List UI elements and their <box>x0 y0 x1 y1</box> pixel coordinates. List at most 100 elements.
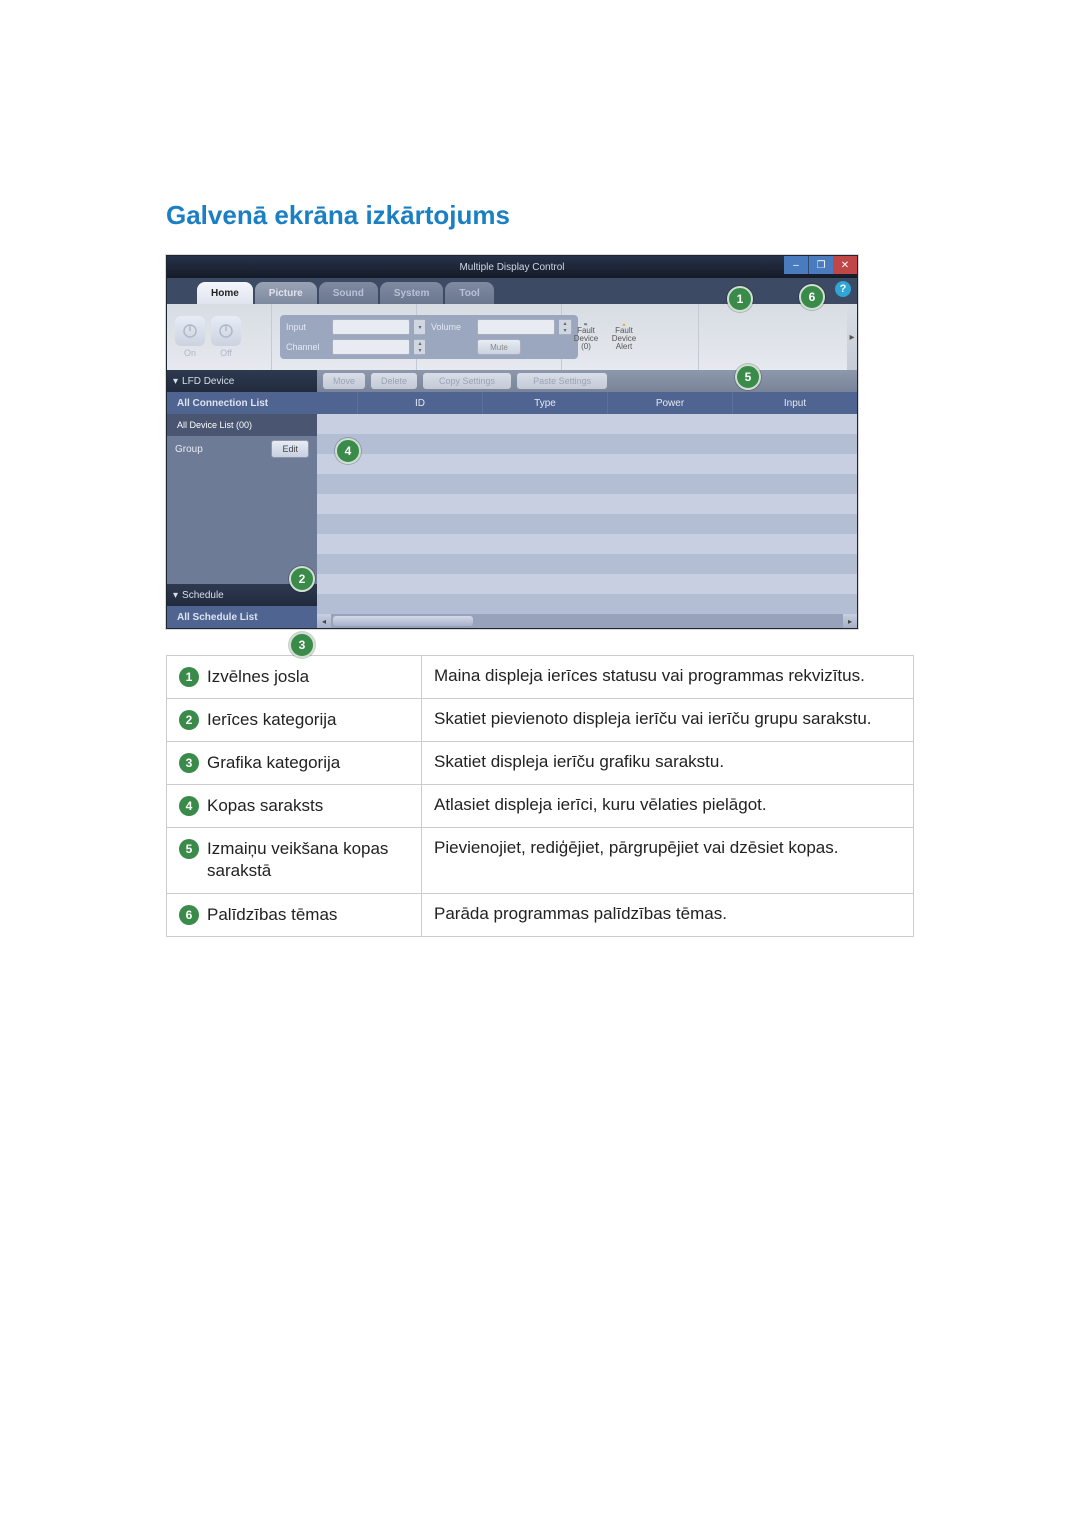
fault-device-label: Fault Device (0) <box>570 327 602 351</box>
paste-settings-button[interactable]: Paste Settings <box>517 373 607 389</box>
callout-5: 5 <box>735 364 761 390</box>
legend-description: Skatiet pievienoto displeja ierīču vai i… <box>422 699 914 742</box>
volume-field[interactable] <box>477 319 555 335</box>
channel-field[interactable] <box>332 339 410 355</box>
legend-badge: 3 <box>179 753 199 773</box>
col-id[interactable]: ID <box>357 392 482 414</box>
tab-tool[interactable]: Tool <box>445 282 493 304</box>
legend-row: 5 Izmaiņu veikšana kopas sarakstā Pievie… <box>167 828 914 893</box>
legend-label: Ierīces kategorija <box>207 709 336 731</box>
channel-label: Channel <box>286 342 328 352</box>
legend-label: Palīdzības tēmas <box>207 904 337 926</box>
callout-2: 2 <box>289 566 315 592</box>
table-row <box>317 454 857 474</box>
delete-button[interactable]: Delete <box>371 373 417 389</box>
power-icon <box>217 322 235 340</box>
scroll-right-button[interactable]: ▸ <box>843 614 857 628</box>
volume-label: Volume <box>431 322 473 332</box>
col-input[interactable]: Input <box>732 392 857 414</box>
legend-row: 2 Ierīces kategorija Skatiet pievienoto … <box>167 699 914 742</box>
scroll-thumb[interactable] <box>333 616 473 626</box>
legend-row: 6 Palīdzības tēmas Parāda programmas pal… <box>167 893 914 936</box>
legend-label: Izmaiņu veikšana kopas sarakstā <box>207 838 409 882</box>
legend-label: Kopas saraksts <box>207 795 323 817</box>
app-screenshot: 1 6 5 4 2 3 Multiple Display Control – ❐… <box>166 255 858 629</box>
legend-label: Grafika kategorija <box>207 752 340 774</box>
callout-3: 3 <box>289 632 315 658</box>
sidebar-lfd-device[interactable]: ▾ LFD Device <box>167 370 317 392</box>
tab-system[interactable]: System <box>380 282 444 304</box>
table-row <box>317 554 857 574</box>
legend-badge: 1 <box>179 667 199 687</box>
help-button[interactable]: ? <box>835 281 851 297</box>
legend-description: Pievienojiet, rediģējiet, pārgrupējiet v… <box>422 828 914 893</box>
callout-4: 4 <box>335 438 361 464</box>
legend-description: Parāda programmas palīdzības tēmas. <box>422 893 914 936</box>
legend-description: Skatiet displeja ierīču grafiku sarakstu… <box>422 742 914 785</box>
legend-badge: 4 <box>179 796 199 816</box>
legend-badge: 2 <box>179 710 199 730</box>
sidebar-schedule-label: Schedule <box>182 590 224 601</box>
chevron-down-icon: ▾ <box>173 590 178 601</box>
fault-alert-icon[interactable]: Fault Device Alert <box>608 323 640 351</box>
power-on-button[interactable] <box>175 316 205 346</box>
move-button[interactable]: Move <box>323 373 365 389</box>
input-dropdown[interactable] <box>332 319 410 335</box>
tab-sound[interactable]: Sound <box>319 282 378 304</box>
set-toolbar: Move Delete Copy Settings Paste Settings <box>317 370 857 392</box>
sidebar-all-connection[interactable]: All Connection List <box>167 392 317 414</box>
callout-1: 1 <box>727 286 753 312</box>
page-title: Galvenā ekrāna izkārtojums <box>166 200 914 231</box>
table-row <box>317 414 857 434</box>
col-type[interactable]: Type <box>482 392 607 414</box>
ribbon: On Off Input ▾ Channel <box>167 304 857 370</box>
table-row <box>317 494 857 514</box>
window-title: Multiple Display Control <box>459 262 564 273</box>
col-blank <box>317 392 357 414</box>
fault-alert-label: Fault Device Alert <box>608 327 640 351</box>
tab-picture[interactable]: Picture <box>255 282 317 304</box>
legend-description: Maina displeja ierīces statusu vai progr… <box>422 656 914 699</box>
legend-label: Izvēlnes josla <box>207 666 309 688</box>
power-on-label: On <box>184 348 196 358</box>
grid-header: ID Type Power Input <box>317 392 857 414</box>
menu-bar: Home Picture Sound System Tool ? <box>167 278 857 304</box>
close-button[interactable]: ✕ <box>833 256 857 274</box>
minimize-button[interactable]: – <box>784 256 808 274</box>
fault-device-icon[interactable]: Fault Device (0) <box>570 323 602 351</box>
content-area: Move Delete Copy Settings Paste Settings… <box>317 370 857 628</box>
tab-home[interactable]: Home <box>197 282 253 304</box>
legend-description: Atlasiet displeja ierīci, kuru vēlaties … <box>422 785 914 828</box>
sidebar-all-schedule[interactable]: All Schedule List <box>167 606 317 628</box>
legend-table: 1 Izvēlnes josla Maina displeja ierīces … <box>166 655 914 937</box>
mute-button[interactable]: Mute <box>477 339 521 355</box>
horizontal-scrollbar[interactable]: ◂ ▸ <box>317 614 857 628</box>
table-row <box>317 594 857 614</box>
table-row <box>317 534 857 554</box>
input-label: Input <box>286 322 328 332</box>
table-row <box>317 574 857 594</box>
restore-button[interactable]: ❐ <box>808 256 833 274</box>
edit-button[interactable]: Edit <box>271 440 309 458</box>
scroll-left-button[interactable]: ◂ <box>317 614 331 628</box>
chevron-down-icon: ▾ <box>173 376 178 387</box>
power-off-label: Off <box>220 348 232 358</box>
legend-row: 3 Grafika kategorija Skatiet displeja ie… <box>167 742 914 785</box>
ribbon-expand-button[interactable]: ▸ <box>847 304 857 370</box>
table-row <box>317 474 857 494</box>
legend-row: 4 Kopas saraksts Atlasiet displeja ierīc… <box>167 785 914 828</box>
sidebar-lfd-device-label: LFD Device <box>182 376 234 387</box>
grid-body[interactable] <box>317 414 857 614</box>
window-titlebar: Multiple Display Control – ❐ ✕ <box>167 256 857 278</box>
power-icon <box>181 322 199 340</box>
table-row <box>317 514 857 534</box>
input-channel-group: Input ▾ Channel ▴▾ <box>280 315 433 359</box>
power-off-button[interactable] <box>211 316 241 346</box>
sidebar-all-device-list[interactable]: All Device List (00) <box>167 414 317 436</box>
col-power[interactable]: Power <box>607 392 732 414</box>
legend-row: 1 Izvēlnes josla Maina displeja ierīces … <box>167 656 914 699</box>
callout-6: 6 <box>799 284 825 310</box>
copy-settings-button[interactable]: Copy Settings <box>423 373 511 389</box>
table-row <box>317 434 857 454</box>
legend-badge: 5 <box>179 839 199 859</box>
